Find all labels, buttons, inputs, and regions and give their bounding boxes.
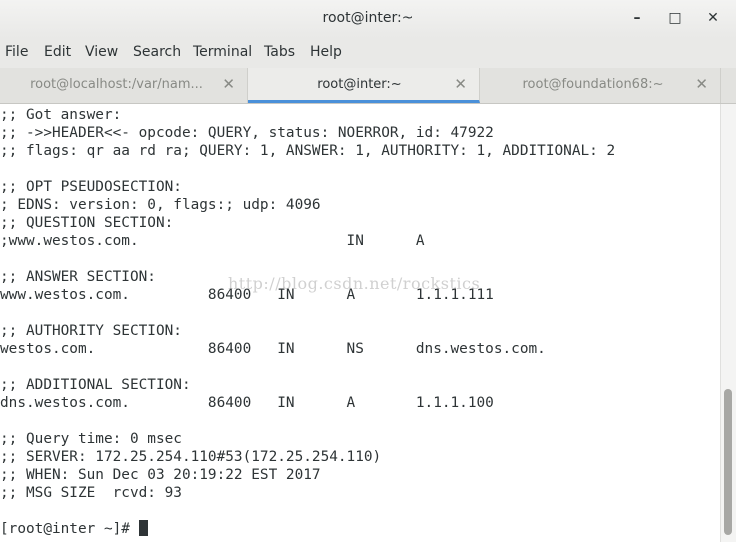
terminal-line: ;; QUESTION SECTION: [0, 215, 174, 231]
scrollbar-thumb[interactable] [724, 389, 732, 535]
tab-foundation68[interactable]: root@foundation68:~ ✕ [480, 68, 721, 103]
cursor [138, 520, 148, 536]
menu-search[interactable]: Search [133, 44, 181, 60]
terminal-line: ;; WHEN: Sun Dec 03 20:19:22 EST 2017 [0, 467, 321, 483]
maximize-icon[interactable]: □ [664, 8, 686, 28]
tab-label: root@inter:~ [317, 77, 402, 92]
terminal-area[interactable]: ;; Got answer: ;; ->>HEADER<<- opcode: Q… [0, 104, 720, 542]
terminal-output: ;; Got answer: ;; ->>HEADER<<- opcode: Q… [0, 106, 615, 538]
terminal-line: ;; Query time: 0 msec [0, 431, 182, 447]
menu-terminal[interactable]: Terminal [193, 44, 252, 60]
terminal-line: ; EDNS: version: 0, flags:; udp: 4096 [0, 197, 321, 213]
window-titlebar[interactable]: root@inter:~ – □ ✕ [0, 0, 736, 38]
scrollbar[interactable] [720, 104, 736, 542]
tab-label: root@localhost:/var/nam... [30, 77, 203, 92]
menu-help[interactable]: Help [310, 44, 342, 60]
terminal-lines: ;; Got answer: ;; ->>HEADER<<- opcode: Q… [0, 107, 615, 501]
terminal-line: ;; OPT PSEUDOSECTION: [0, 179, 182, 195]
menu-edit[interactable]: Edit [44, 44, 71, 60]
terminal-line: ;; ANSWER SECTION: [0, 269, 156, 285]
tab-bar: root@localhost:/var/nam... ✕ root@inter:… [0, 68, 736, 104]
terminal-line: ;; AUTHORITY SECTION: [0, 323, 182, 339]
menu-bar: File Edit View Search Terminal Tabs Help [0, 38, 736, 68]
terminal-line: ;www.westos.com. IN A [0, 233, 425, 249]
terminal-line: ;; ->>HEADER<<- opcode: QUERY, status: N… [0, 125, 494, 141]
close-icon[interactable]: ✕ [454, 75, 467, 93]
menu-view[interactable]: View [85, 44, 118, 60]
tab-localhost[interactable]: root@localhost:/var/nam... ✕ [0, 68, 248, 103]
tab-inter[interactable]: root@inter:~ ✕ [248, 68, 480, 103]
terminal-line: ;; SERVER: 172.25.254.110#53(172.25.254.… [0, 449, 382, 465]
terminal-line: ;; flags: qr aa rd ra; QUERY: 1, ANSWER:… [0, 143, 616, 159]
terminal-line: ;; ADDITIONAL SECTION: [0, 377, 191, 393]
menu-tabs[interactable]: Tabs [264, 44, 295, 60]
shell-prompt: [root@inter ~]# [0, 521, 139, 537]
close-icon[interactable]: ✕ [695, 75, 708, 93]
terminal-line: ;; MSG SIZE rcvd: 93 [0, 485, 182, 501]
minimize-icon[interactable]: – [626, 8, 648, 28]
terminal-line: westos.com. 86400 IN NS dns.westos.com. [0, 341, 546, 357]
tab-label: root@foundation68:~ [522, 77, 664, 92]
watermark: http://blog.csdn.net/rockstics [228, 274, 481, 293]
terminal-line: ;; Got answer: [0, 107, 122, 123]
close-icon[interactable]: ✕ [222, 75, 235, 93]
close-icon[interactable]: ✕ [702, 8, 724, 28]
menu-file[interactable]: File [5, 44, 28, 60]
terminal-line: dns.westos.com. 86400 IN A 1.1.1.100 [0, 395, 494, 411]
